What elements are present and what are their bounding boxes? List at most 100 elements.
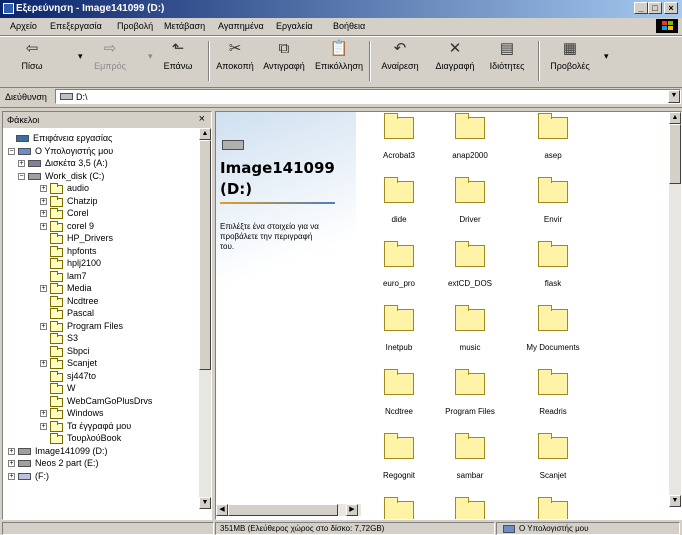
menu-tools[interactable]: Εργαλεία: [276, 21, 313, 31]
collapse-icon[interactable]: −: [8, 147, 15, 155]
folder-item[interactable]: Regognit: [364, 433, 434, 480]
scroll-down-button[interactable]: ▼: [199, 497, 211, 509]
delete-button[interactable]: ✕ Διαγραφή: [430, 39, 480, 71]
folder-item[interactable]: sambar: [435, 433, 505, 480]
folder-item[interactable]: Ncdtree: [364, 369, 434, 416]
folder-item[interactable]: music: [435, 305, 505, 352]
address-input[interactable]: D:\ ▼: [55, 89, 681, 104]
folder-item[interactable]: [364, 497, 434, 519]
back-button[interactable]: ⇦ Πίσω: [16, 39, 48, 71]
scissors-icon: ✂: [228, 40, 242, 57]
expand-icon[interactable]: +: [8, 447, 15, 455]
back-arrow-icon: ⇦: [25, 40, 39, 57]
menu-go[interactable]: Μετάβαση: [164, 21, 205, 31]
folder-icon: [384, 113, 414, 139]
expand-icon[interactable]: +: [40, 410, 47, 417]
folder-label: sambar: [456, 471, 484, 480]
address-dropdown-button[interactable]: ▼: [668, 90, 680, 103]
folder-item[interactable]: extCD_DOS: [435, 241, 505, 288]
expand-icon[interactable]: +: [8, 460, 15, 467]
status-panel-empty: [2, 522, 214, 535]
folder-icon: [384, 433, 414, 459]
tree-item-label: HP_Drivers: [67, 233, 114, 243]
undo-button[interactable]: ↶ Αναίρεση: [375, 39, 425, 71]
expand-icon[interactable]: +: [40, 210, 47, 217]
folder-icon: [50, 395, 63, 407]
folder-icon: [50, 183, 63, 194]
folder-label: Regognit: [382, 471, 416, 480]
address-value: D:\: [76, 92, 88, 102]
expand-icon[interactable]: +: [40, 285, 47, 292]
folder-icon: [50, 433, 63, 444]
close-pane-icon[interactable]: ×: [199, 113, 205, 125]
scroll-down-button[interactable]: ▼: [669, 495, 681, 507]
tree-item-label: Sbpci: [67, 345, 90, 356]
folder-item[interactable]: Inetpub: [364, 305, 434, 352]
folder-item[interactable]: flask: [518, 241, 588, 288]
expand-icon[interactable]: +: [40, 222, 47, 230]
properties-button[interactable]: ▤ Ιδιότητες: [482, 39, 532, 71]
paste-button[interactable]: 📋 Επικόλληση: [311, 39, 367, 71]
folder-item[interactable]: Envir: [518, 177, 588, 224]
folder-icon: [50, 258, 63, 269]
folder-item[interactable]: anap2000: [435, 113, 505, 160]
menu-edit[interactable]: Επεξεργασία: [50, 21, 102, 31]
collapse-icon[interactable]: −: [18, 172, 25, 180]
folders-pane-title: Φάκελοι: [7, 115, 40, 125]
scroll-up-button[interactable]: ▲: [669, 112, 681, 124]
folder-icon: [384, 305, 414, 331]
folder-icon: [455, 369, 485, 395]
webview-horizontal-scrollbar[interactable]: ◀ ▶: [216, 504, 361, 516]
folder-item[interactable]: Program Files: [435, 369, 505, 416]
views-button[interactable]: ▦ Προβολές: [546, 39, 594, 71]
expand-icon[interactable]: +: [40, 197, 47, 205]
folder-item[interactable]: asep: [518, 113, 588, 160]
content-vertical-scrollbar[interactable]: ▲ ▼: [669, 112, 681, 507]
folder-tree-scrollbar[interactable]: ▲ ▼: [199, 128, 211, 509]
tree-item-label: W: [67, 383, 76, 393]
menu-favorites[interactable]: Αγαπημένα: [218, 21, 264, 31]
scroll-thumb[interactable]: [669, 124, 681, 184]
menu-view[interactable]: Προβολή: [117, 21, 153, 31]
folder-item[interactable]: [435, 497, 505, 519]
tree-item-label: Chatzip: [67, 195, 98, 206]
back-dropdown-icon[interactable]: ▾: [78, 51, 83, 62]
tree-item-label: WebCamGoPlusDrvs: [67, 395, 153, 406]
scroll-up-button[interactable]: ▲: [199, 128, 211, 140]
title-bar[interactable]: Εξερεύνηση - Image141099 (D:) _ □ ×: [0, 0, 682, 18]
scroll-thumb[interactable]: [228, 504, 338, 516]
copy-button[interactable]: ⧉ Αντιγραφή: [258, 39, 310, 71]
expand-icon[interactable]: +: [18, 160, 25, 167]
scroll-right-button[interactable]: ▶: [346, 504, 358, 516]
properties-icon: ▤: [499, 40, 515, 57]
scroll-left-button[interactable]: ◀: [216, 504, 228, 516]
maximize-button[interactable]: □: [648, 2, 662, 14]
tree-item-label: (F:): [35, 470, 49, 481]
expand-icon[interactable]: +: [40, 185, 47, 192]
close-button[interactable]: ×: [664, 2, 678, 14]
folder-item[interactable]: Scanjet: [518, 433, 588, 480]
folder-item[interactable]: dide: [364, 177, 434, 224]
folder-item[interactable]: euro_pro: [364, 241, 434, 288]
expand-icon[interactable]: +: [40, 422, 47, 430]
folder-item[interactable]: Readris: [518, 369, 588, 416]
folder-icon: [538, 305, 568, 331]
forward-button[interactable]: ⇨ Εμπρός: [92, 39, 128, 71]
views-dropdown-icon[interactable]: ▾: [604, 51, 609, 62]
expand-icon[interactable]: +: [40, 360, 47, 367]
menu-help[interactable]: Βοήθεια: [333, 21, 365, 31]
folder-item[interactable]: [518, 497, 588, 519]
folder-item[interactable]: Driver: [435, 177, 505, 224]
up-button[interactable]: ⬑ Επάνω: [160, 39, 196, 71]
folder-icon: [538, 497, 568, 519]
folder-item[interactable]: Acrobat3: [364, 113, 434, 160]
cut-button[interactable]: ✂ Αποκοπή: [214, 39, 256, 71]
minimize-button[interactable]: _: [634, 2, 648, 14]
expand-icon[interactable]: +: [8, 472, 15, 480]
expand-icon[interactable]: +: [40, 322, 47, 330]
menu-file[interactable]: Αρχείο: [10, 21, 37, 31]
folder-icon: [538, 177, 568, 203]
forward-dropdown-icon[interactable]: ▾: [148, 51, 153, 62]
scroll-thumb[interactable]: [199, 140, 211, 370]
folder-item[interactable]: My Documents: [518, 305, 588, 352]
